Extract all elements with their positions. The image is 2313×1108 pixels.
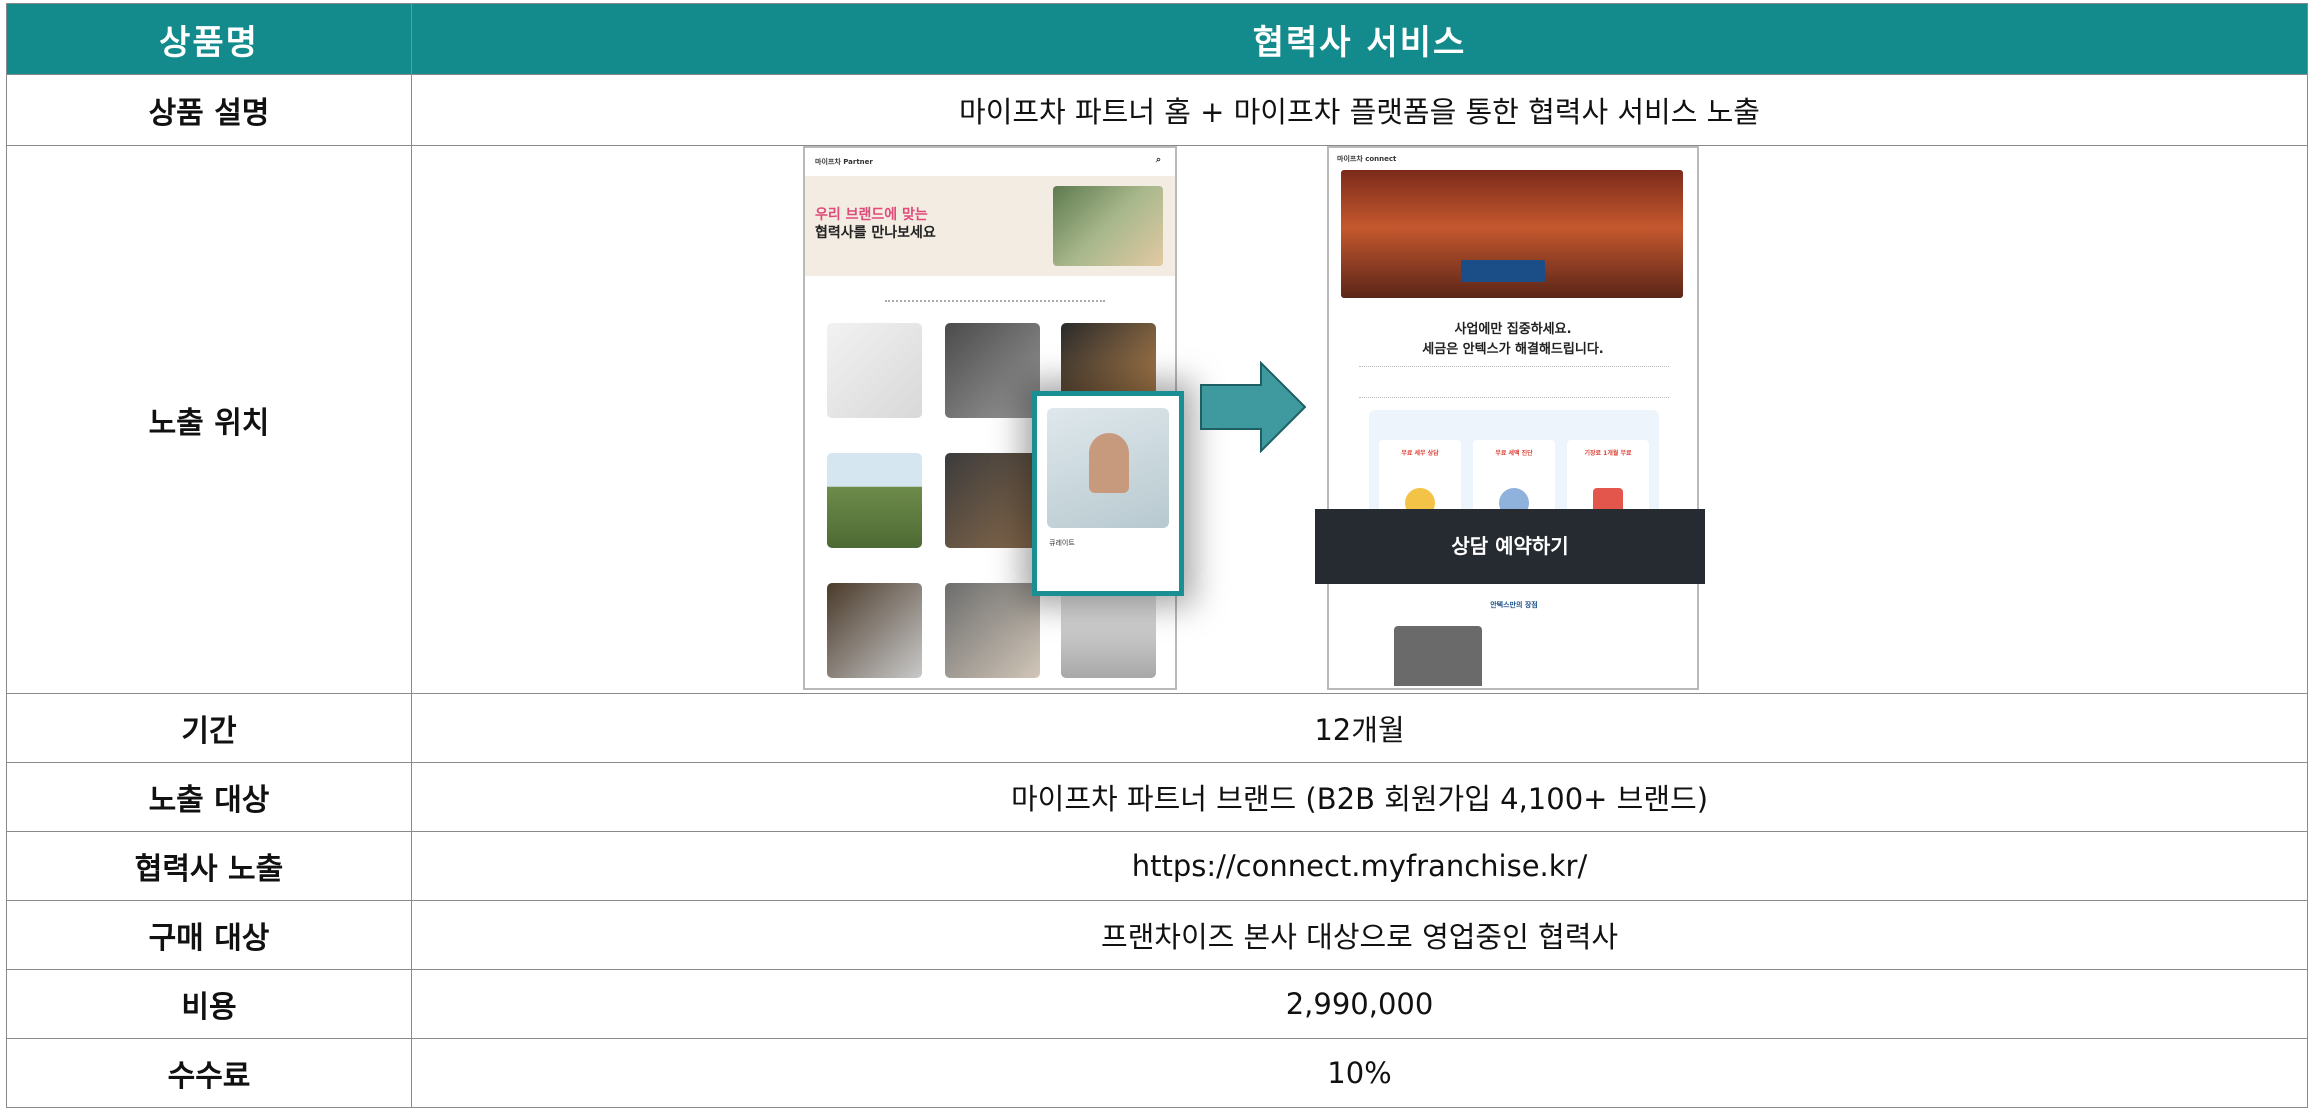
storefront-image xyxy=(1341,170,1683,298)
benefit-label-2: 무료 세액 진단 xyxy=(1495,450,1533,457)
highlighted-partner-card: 큐레이트 xyxy=(1032,391,1184,596)
period-row: 기간 12개월 xyxy=(6,693,2308,763)
connect-headline2: 세금은 안텍스가 해결해드립니다. xyxy=(1422,342,1604,357)
header-row: 상품명 협력사 서비스 xyxy=(6,3,2308,75)
fee-value: 10% xyxy=(411,1038,2308,1108)
search-icon: ⌕ xyxy=(1155,155,1161,165)
cost-label: 비용 xyxy=(6,969,412,1039)
arrow-right-icon xyxy=(1200,361,1307,453)
benefit-label-1: 무료 세무 상담 xyxy=(1401,450,1439,457)
description-label: 상품 설명 xyxy=(6,74,412,146)
buyer-label: 구매 대상 xyxy=(6,900,412,970)
thumb-6 xyxy=(827,583,922,678)
placement-label: 노출 위치 xyxy=(6,145,412,694)
thumb-8 xyxy=(1061,583,1156,678)
cost-value: 2,990,000 xyxy=(411,969,2308,1039)
description-value: 마이프차 파트너 홈 + 마이프차 플랫폼을 통한 협력사 서비스 노출 xyxy=(411,74,2308,146)
hero-banner: 우리 브랜드에 맞는 협력사를 만나보세요 xyxy=(805,176,1175,276)
header-title: 협력사 서비스 xyxy=(411,3,2308,75)
product-spec-table: 상품명 협력사 서비스 상품 설명 마이프차 파트너 홈 + 마이프차 플랫폼을… xyxy=(6,3,2308,1108)
fee-row: 수수료 10% xyxy=(6,1038,2308,1108)
advantage-image xyxy=(1394,626,1482,686)
cost-row: 비용 2,990,000 xyxy=(6,969,2308,1039)
book-consultation-button[interactable]: 상담 예약하기 xyxy=(1315,509,1705,584)
category-tabs xyxy=(885,300,1105,305)
person-figure xyxy=(1089,433,1129,493)
placement-visual: 마이프차 Partner ⌕ 우리 브랜드에 맞는 협력사를 만나보세요 큐레이… xyxy=(411,145,2308,694)
audience-value: 마이프차 파트너 브랜드 (B2B 회원가입 4,100+ 브랜드) xyxy=(411,762,2308,832)
buyer-value: 프랜차이즈 본사 대상으로 영업중인 협력사 xyxy=(411,900,2308,970)
partner-logo: 마이프차 Partner xyxy=(815,158,873,166)
mockup-area: 마이프차 Partner ⌕ 우리 브랜드에 맞는 협력사를 만나보세요 큐레이… xyxy=(412,146,2308,693)
header-label: 상품명 xyxy=(6,3,412,75)
store-sign xyxy=(1461,260,1545,282)
benefit-label-3: 기장료 1개월 무료 xyxy=(1584,450,1632,457)
buyer-row: 구매 대상 프랜차이즈 본사 대상으로 영업중인 협력사 xyxy=(6,900,2308,970)
connect-body-text xyxy=(1359,366,1669,398)
hero-image xyxy=(1053,186,1163,266)
partner-exposure-label: 협력사 노출 xyxy=(6,831,412,901)
thumb-2 xyxy=(945,323,1040,418)
audience-label: 노출 대상 xyxy=(6,762,412,832)
partner-card-image xyxy=(1047,408,1169,528)
description-row: 상품 설명 마이프차 파트너 홈 + 마이프차 플랫폼을 통한 협력사 서비스 … xyxy=(6,74,2308,146)
hero-line2: 협력사를 만나보세요 xyxy=(815,225,936,241)
connect-site-mockup: 마이프차 connect 사업에만 집중하세요. 세금은 안텍스가 해결해드립니… xyxy=(1327,146,1699,690)
partner-card-caption: 큐레이트 xyxy=(1049,539,1075,547)
partner-exposure-row: 협력사 노출 https://connect.myfranchise.kr/ xyxy=(6,831,2308,901)
audience-row: 노출 대상 마이프차 파트너 브랜드 (B2B 회원가입 4,100+ 브랜드) xyxy=(6,762,2308,832)
period-value: 12개월 xyxy=(411,693,2308,763)
hero-line1: 우리 브랜드에 맞는 xyxy=(815,207,928,223)
thumb-7 xyxy=(945,583,1040,678)
partner-exposure-link[interactable]: https://connect.myfranchise.kr/ xyxy=(411,831,2308,901)
connect-headline1: 사업에만 집중하세요. xyxy=(1454,322,1572,337)
placement-row: 노출 위치 마이프차 Partner ⌕ 우리 브랜드에 맞는 협력사를 만나보… xyxy=(6,145,2308,694)
advantages-title: 안텍스만의 장점 xyxy=(1490,601,1538,609)
thumb-5 xyxy=(945,453,1040,548)
period-label: 기간 xyxy=(6,693,412,763)
thumb-4 xyxy=(827,453,922,548)
thumb-1 xyxy=(827,323,922,418)
fee-label: 수수료 xyxy=(6,1038,412,1108)
connect-logo: 마이프차 connect xyxy=(1337,155,1397,163)
